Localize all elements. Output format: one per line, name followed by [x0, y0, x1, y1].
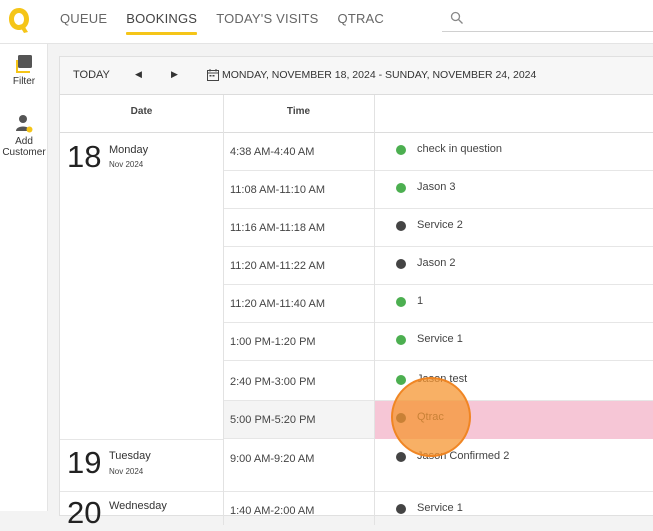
sidebar: Filter Add Customer	[0, 44, 48, 511]
booking-service: Jason 3	[417, 181, 456, 193]
status-dot-icon	[396, 504, 406, 514]
tab-todays-visits[interactable]: TODAY'S VISITS	[216, 11, 318, 34]
tab-queue[interactable]: QUEUE	[60, 11, 107, 34]
booking-service-cell[interactable]: Jason 2	[374, 247, 653, 285]
date-toolbar: TODAY ◀ ▶ MONDAY, NOVEMBER 18, 2024 - SU…	[60, 57, 653, 95]
day-month: Nov 2024	[109, 467, 144, 476]
booking-service-cell[interactable]: Jason Confirmed 2	[374, 440, 653, 478]
booking-row[interactable]: 11:20 AM-11:40 AM 1	[223, 285, 653, 323]
column-divider	[374, 95, 375, 525]
add-customer-label-line2: Customer	[2, 147, 46, 158]
status-dot-icon	[396, 221, 406, 231]
booking-time: 1:40 AM-2:00 AM	[230, 505, 315, 517]
booking-time: 11:20 AM-11:40 AM	[230, 298, 325, 310]
filter-label: Filter	[12, 76, 36, 87]
status-dot-icon	[396, 335, 406, 345]
booking-row[interactable]: 11:20 AM-11:22 AM Jason 2	[223, 247, 653, 285]
filter-button[interactable]: Filter	[0, 54, 48, 87]
add-customer-label-line1: Add	[15, 136, 33, 147]
booking-service-cell[interactable]: Service 1	[374, 323, 653, 361]
day-name: Monday	[109, 144, 149, 156]
day-number: 20	[67, 495, 102, 530]
booking-service-cell[interactable]: Service 1	[374, 492, 653, 530]
booking-service: Jason 2	[417, 257, 456, 269]
booking-service: Jason test	[417, 373, 468, 385]
booking-time: 11:16 AM-11:18 AM	[230, 222, 325, 234]
status-dot-icon	[396, 375, 406, 385]
booking-service: Qtrac	[417, 411, 444, 423]
q-logo-icon[interactable]	[6, 5, 32, 35]
status-dot-icon	[396, 297, 406, 307]
booking-row[interactable]: 11:16 AM-11:18 AM Service 2	[223, 209, 653, 247]
booking-service-cell[interactable]: Qtrac	[374, 401, 653, 439]
search-input[interactable]	[470, 10, 650, 28]
next-week-icon[interactable]: ▶	[171, 69, 178, 80]
status-dot-icon	[396, 413, 406, 423]
booking-row[interactable]: 2:40 PM-3:00 PM Jason test	[223, 363, 653, 401]
booking-service: Service 1	[417, 333, 463, 345]
day-name: Wednesday	[109, 500, 167, 512]
column-divider	[223, 95, 224, 525]
booking-service-cell[interactable]: Jason 3	[374, 171, 653, 209]
date-range-picker[interactable]: MONDAY, NOVEMBER 18, 2024 - SUNDAY, NOVE…	[207, 69, 536, 81]
today-button[interactable]: TODAY	[73, 69, 110, 81]
booking-time: 9:00 AM-9:20 AM	[230, 453, 315, 465]
day-cell-20: 20 Wednesday	[60, 492, 223, 530]
date-range-text: MONDAY, NOVEMBER 18, 2024 - SUNDAY, NOVE…	[222, 69, 537, 81]
day-month: Nov 2024	[109, 160, 144, 169]
booking-row[interactable]: 4:38 AM-4:40 AM check in question	[223, 133, 653, 171]
booking-service-cell[interactable]: Jason test	[374, 363, 653, 401]
booking-service-cell[interactable]: Service 2	[374, 209, 653, 247]
col-date: Date	[130, 106, 153, 117]
booking-service: Service 2	[417, 219, 463, 231]
prev-week-icon[interactable]: ◀	[135, 69, 142, 80]
booking-time: 4:38 AM-4:40 AM	[230, 146, 315, 158]
add-customer-button[interactable]: Add Customer	[0, 114, 48, 158]
booking-service: Service 1	[417, 502, 463, 514]
tab-qtrac[interactable]: QTRAC	[338, 11, 385, 34]
col-time: Time	[286, 106, 311, 117]
booking-service: Jason Confirmed 2	[417, 450, 510, 462]
status-dot-icon	[396, 452, 406, 462]
booking-service: check in question	[417, 143, 502, 155]
day-name: Tuesday	[109, 450, 151, 462]
booking-service: 1	[417, 295, 424, 307]
booking-service-cell[interactable]: 1	[374, 285, 653, 323]
day-number: 18	[67, 139, 102, 174]
status-dot-icon	[396, 259, 406, 269]
calendar-icon	[207, 69, 219, 81]
search-icon[interactable]	[450, 11, 464, 25]
main-nav: QUEUE BOOKINGS TODAY'S VISITS QTRAC	[60, 11, 403, 35]
day-number: 19	[67, 445, 102, 480]
booking-row[interactable]: 1:00 PM-1:20 PM Service 1	[223, 323, 653, 361]
booking-time: 1:00 PM-1:20 PM	[230, 336, 316, 348]
booking-time: 5:00 PM-5:20 PM	[230, 414, 316, 426]
filter-icon	[16, 55, 32, 73]
day-cell-19: 19 Tuesday Nov 2024	[60, 440, 223, 492]
booking-time: 11:08 AM-11:10 AM	[230, 184, 325, 196]
add-person-icon	[16, 115, 33, 133]
booking-time: 11:20 AM-11:22 AM	[230, 260, 325, 272]
day-cell-18: 18 Monday Nov 2024	[60, 133, 223, 440]
booking-time: 2:40 PM-3:00 PM	[230, 376, 316, 388]
top-bar: QUEUE BOOKINGS TODAY'S VISITS QTRAC	[0, 0, 653, 44]
table-header: Date Time	[60, 95, 653, 133]
booking-row[interactable]: 9:00 AM-9:20 AM Jason Confirmed 2	[223, 440, 653, 492]
booking-row[interactable]: 11:08 AM-11:10 AM Jason 3	[223, 171, 653, 209]
booking-row-selected[interactable]: 5:00 PM-5:20 PM Qtrac	[223, 401, 653, 439]
search-box	[442, 8, 653, 32]
booking-service-cell[interactable]: check in question	[374, 133, 653, 171]
status-dot-icon	[396, 183, 406, 193]
booking-row[interactable]: 1:40 AM-2:00 AM Service 1	[223, 492, 653, 530]
bookings-panel: TODAY ◀ ▶ MONDAY, NOVEMBER 18, 2024 - SU…	[59, 56, 653, 530]
tab-bookings[interactable]: BOOKINGS	[126, 11, 198, 35]
status-dot-icon	[396, 145, 406, 155]
